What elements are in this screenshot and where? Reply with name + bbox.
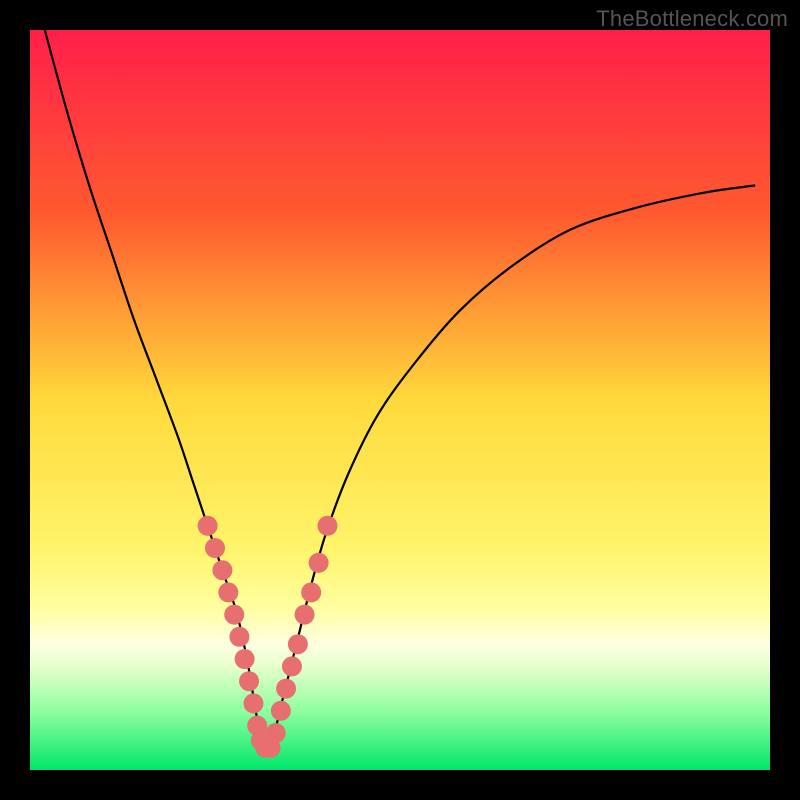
- gradient-background: [30, 30, 770, 770]
- highlight-dot: [276, 679, 296, 699]
- highlight-dot: [205, 538, 225, 558]
- highlight-dot: [239, 671, 259, 691]
- highlight-dot: [266, 723, 286, 743]
- chart-frame: TheBottleneck.com: [0, 0, 800, 800]
- highlight-dot: [309, 553, 329, 573]
- highlight-dot: [271, 701, 291, 721]
- highlight-dot: [243, 693, 263, 713]
- plot-area: [30, 30, 770, 770]
- highlight-dot: [317, 516, 337, 536]
- highlight-dot: [224, 605, 244, 625]
- highlight-dot: [235, 649, 255, 669]
- highlight-dot: [301, 582, 321, 602]
- highlight-dot: [198, 516, 218, 536]
- highlight-dot: [282, 656, 302, 676]
- chart-svg: [30, 30, 770, 770]
- watermark-text: TheBottleneck.com: [596, 6, 788, 32]
- highlight-dot: [218, 582, 238, 602]
- highlight-dot: [229, 627, 249, 647]
- highlight-dot: [288, 634, 308, 654]
- highlight-dot: [212, 560, 232, 580]
- highlight-dot: [295, 605, 315, 625]
